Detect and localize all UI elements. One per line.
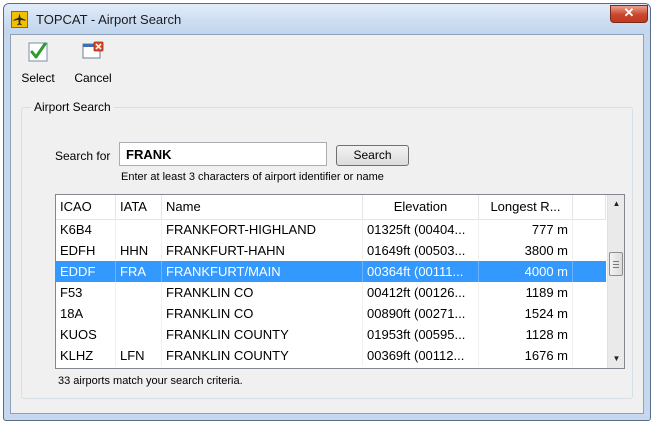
cell-iata <box>116 219 162 240</box>
cell-longest-runway: 777 m <box>479 219 573 240</box>
table-row[interactable]: KUOS FRANKLIN COUNTY 01953ft (00595... 1… <box>56 324 606 345</box>
cell-elevation: 01325ft (00404... <box>363 219 479 240</box>
table-row[interactable]: 18A FRANKLIN CO 00890ft (00271... 1524 m <box>56 303 606 324</box>
cell-elevation: 00890ft (00271... <box>363 303 479 324</box>
cancel-button[interactable]: Cancel <box>69 37 117 89</box>
title-bar[interactable]: TOPCAT - Airport Search ✕ <box>4 4 650 34</box>
toolbar: Select Cancel <box>11 35 643 91</box>
column-header-elevation[interactable]: Elevation <box>363 195 479 219</box>
grid-header: ICAO IATA Name Elevation Longest R... <box>56 195 606 220</box>
table-row[interactable]: KLHZ LFN FRANKLIN COUNTY 00369ft (00112.… <box>56 345 606 366</box>
cell-iata <box>116 324 162 345</box>
cell-iata: LFN <box>116 345 162 366</box>
cell-icao: F53 <box>56 282 116 303</box>
cell-icao: KUOS <box>56 324 116 345</box>
vertical-scrollbar[interactable]: ▲ ▼ <box>607 195 624 368</box>
cell-icao: KLHZ <box>56 345 116 366</box>
dialog-window: TOPCAT - Airport Search ✕ Select Cancel … <box>3 3 651 421</box>
cell-longest-runway: 3800 m <box>479 240 573 261</box>
cancel-label: Cancel <box>74 71 112 85</box>
cell-iata <box>116 303 162 324</box>
cell-name: FRANKFORT-HIGHLAND <box>162 219 363 240</box>
search-input[interactable] <box>119 142 327 166</box>
cell-name: FRANKLIN CO <box>162 282 363 303</box>
cell-iata: HHN <box>116 240 162 261</box>
plane-icon <box>11 11 28 28</box>
search-hint: Enter at least 3 characters of airport i… <box>121 171 384 183</box>
cell-longest-runway: 1524 m <box>479 303 573 324</box>
cell-elevation: 01649ft (00503... <box>363 240 479 261</box>
status-text: 33 airports match your search criteria. <box>58 375 243 387</box>
search-label: Search for <box>55 149 111 163</box>
cell-longest-runway: 1189 m <box>479 282 573 303</box>
cell-name: FRANKLIN COUNTY <box>162 324 363 345</box>
cell-elevation: 01953ft (00595... <box>363 324 479 345</box>
group-title: Airport Search <box>31 100 114 114</box>
column-header-longest-runway[interactable]: Longest R... <box>479 195 573 219</box>
table-row[interactable]: K6B4 FRANKFORT-HIGHLAND 01325ft (00404..… <box>56 219 606 240</box>
table-row[interactable]: F53 FRANKLIN CO 00412ft (00126... 1189 m <box>56 282 606 303</box>
results-grid: ICAO IATA Name Elevation Longest R... K6… <box>55 194 625 369</box>
cell-name: FRANKFURT-HAHN <box>162 240 363 261</box>
cell-icao: 18A <box>56 303 116 324</box>
search-button[interactable]: Search <box>336 145 409 166</box>
select-button[interactable]: Select <box>19 37 57 89</box>
column-header-iata[interactable]: IATA <box>116 195 162 219</box>
checkmark-icon <box>27 41 49 63</box>
close-button[interactable]: ✕ <box>610 5 648 23</box>
cell-icao: EDDF <box>56 261 116 282</box>
client-area: Select Cancel Airport Search Search for … <box>10 34 644 414</box>
cell-name: FRANKFURT/MAIN <box>162 261 363 282</box>
cell-elevation: 00364ft (00111... <box>363 261 479 282</box>
cell-icao: K6B4 <box>56 219 116 240</box>
cell-iata: FRA <box>116 261 162 282</box>
cancel-icon <box>82 41 104 63</box>
scroll-up-icon[interactable]: ▲ <box>608 195 624 212</box>
cell-name: FRANKLIN CO <box>162 303 363 324</box>
close-icon: ✕ <box>623 5 635 20</box>
table-row-selected[interactable]: EDDF FRA FRANKFURT/MAIN 00364ft (00111..… <box>56 261 606 282</box>
window-title: TOPCAT - Airport Search <box>36 12 182 27</box>
cell-name: FRANKLIN COUNTY <box>162 345 363 366</box>
column-header-icao[interactable]: ICAO <box>56 195 116 219</box>
column-header-filler <box>573 195 606 219</box>
select-label: Select <box>21 71 55 85</box>
cell-longest-runway: 1128 m <box>479 324 573 345</box>
cell-iata <box>116 282 162 303</box>
cell-longest-runway: 1676 m <box>479 345 573 366</box>
cell-icao: EDFH <box>56 240 116 261</box>
cell-elevation: 00369ft (00112... <box>363 345 479 366</box>
column-header-name[interactable]: Name <box>162 195 363 219</box>
cell-elevation: 00412ft (00126... <box>363 282 479 303</box>
scroll-down-icon[interactable]: ▼ <box>608 350 624 367</box>
scroll-thumb[interactable] <box>609 252 623 276</box>
cell-longest-runway: 4000 m <box>479 261 573 282</box>
table-row[interactable]: EDFH HHN FRANKFURT-HAHN 01649ft (00503..… <box>56 240 606 261</box>
